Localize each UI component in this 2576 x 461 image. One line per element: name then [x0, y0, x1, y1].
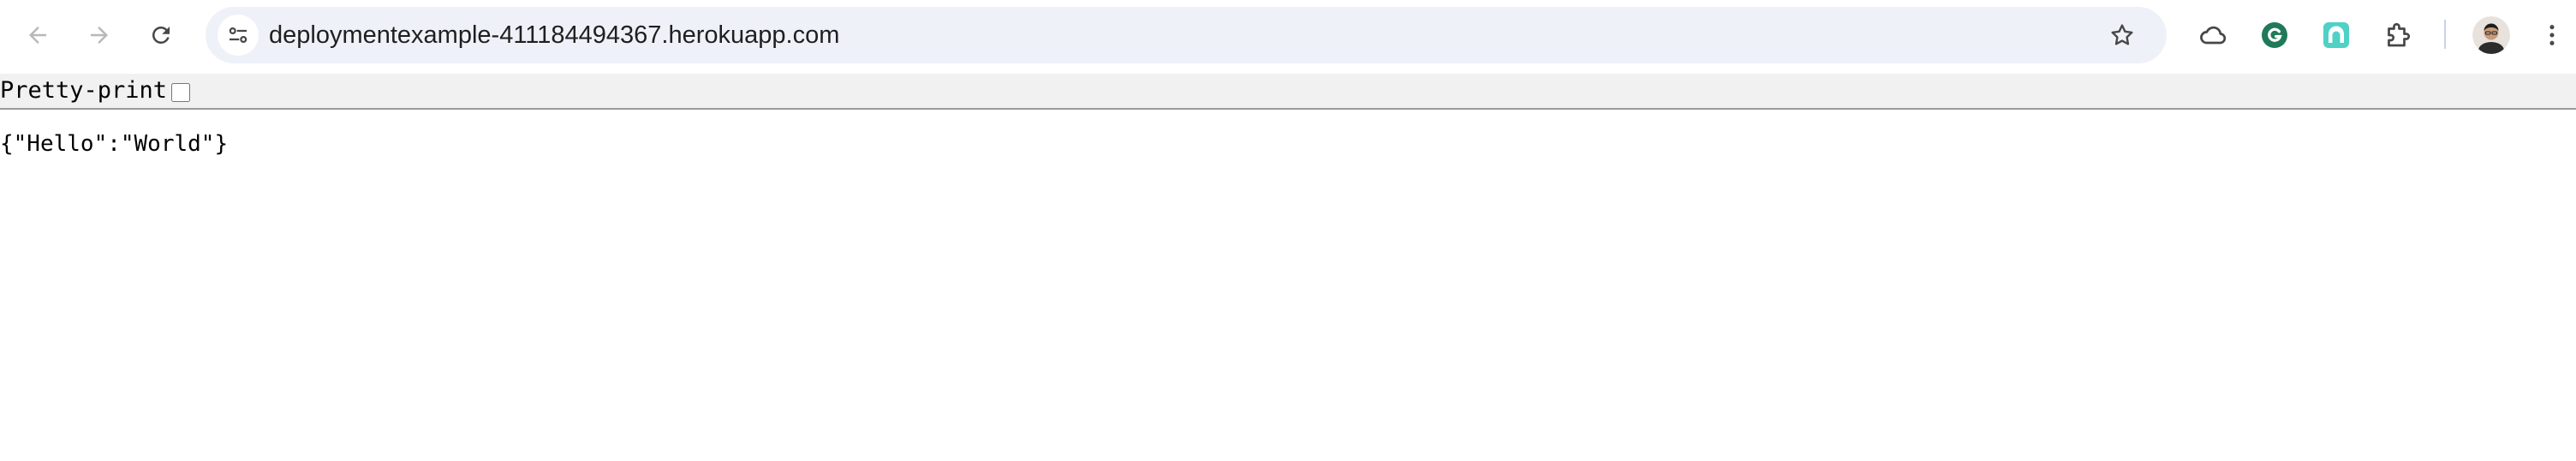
profile-avatar-button[interactable]	[2472, 16, 2510, 54]
grammarly-extension-button[interactable]	[2254, 15, 2295, 56]
site-settings-icon	[229, 27, 247, 43]
back-button[interactable]	[14, 11, 62, 59]
extensions-button[interactable]	[2377, 15, 2418, 56]
reload-button[interactable]	[137, 11, 185, 59]
puzzle-icon	[2388, 22, 2411, 47]
bookmark-button[interactable]	[2102, 15, 2143, 56]
avatar	[2472, 16, 2510, 54]
forward-arrow-icon	[91, 27, 108, 44]
address-bar[interactable]: deploymentexample-411184494367.herokuapp…	[206, 7, 2167, 63]
teal-extension-button[interactable]	[2316, 15, 2357, 56]
forward-button[interactable]	[75, 11, 123, 59]
grammarly-icon	[2262, 22, 2287, 48]
cloud-extension-button[interactable]	[2192, 15, 2233, 56]
pretty-print-checkbox[interactable]	[171, 83, 190, 102]
url-text[interactable]: deploymentexample-411184494367.herokuapp…	[269, 7, 839, 63]
back-arrow-icon	[29, 27, 46, 44]
star-icon	[2111, 24, 2133, 45]
pretty-print-bar: Pretty-print	[0, 74, 2576, 110]
kebab-menu-icon	[2549, 25, 2555, 45]
json-content: {"Hello":"World"}	[0, 131, 229, 157]
browser-menu-button[interactable]	[2531, 15, 2573, 56]
cloud-icon	[2200, 26, 2227, 45]
site-info-button[interactable]	[218, 15, 259, 56]
browser-toolbar: deploymentexample-411184494367.herokuapp…	[0, 0, 2576, 70]
toolbar-divider	[2444, 20, 2446, 49]
pretty-print-label: Pretty-print	[0, 77, 168, 104]
teal-extension-icon	[2323, 22, 2349, 48]
reload-icon	[152, 26, 170, 44]
